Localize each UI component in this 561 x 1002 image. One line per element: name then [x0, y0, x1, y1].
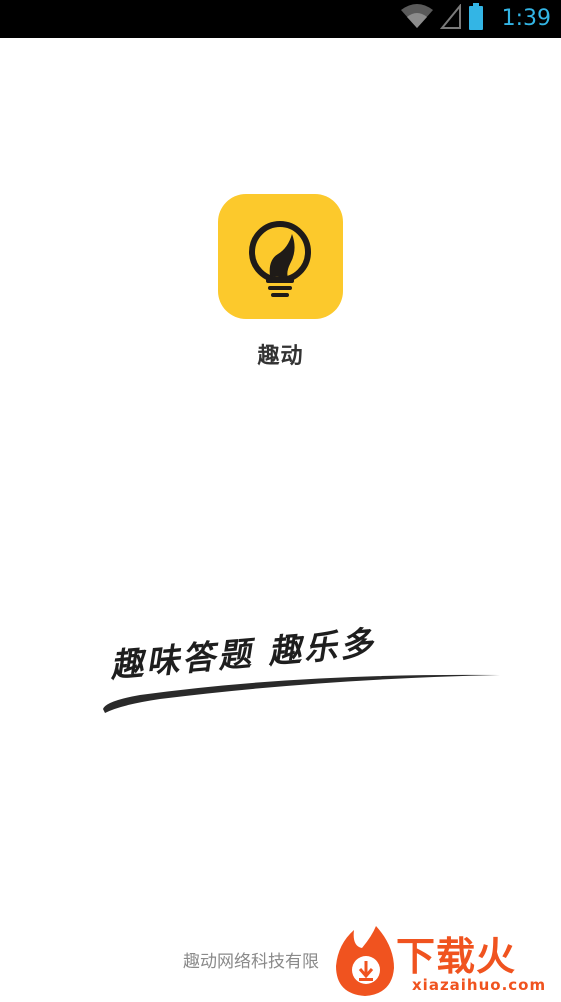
watermark-text: 下载火: [396, 935, 517, 980]
status-time: 1:39: [501, 6, 551, 31]
lightbulb-icon: [218, 194, 343, 319]
watermark-url: xiazaihuo.com: [412, 976, 547, 994]
wifi-icon: [400, 4, 434, 34]
fire-download-icon: [332, 926, 398, 1002]
company-name: 趣动网络科技有限: [183, 952, 319, 972]
app-name: 趣动: [257, 344, 304, 369]
cell-signal-icon: [439, 3, 462, 34]
watermark: 下载火 xiazaihuo.com: [332, 922, 561, 999]
status-icons: 1:39: [400, 0, 551, 38]
slogan: 趣味答题 趣乐多: [100, 615, 510, 725]
status-bar: 1:39: [0, 0, 561, 38]
battery-icon: [468, 3, 484, 35]
